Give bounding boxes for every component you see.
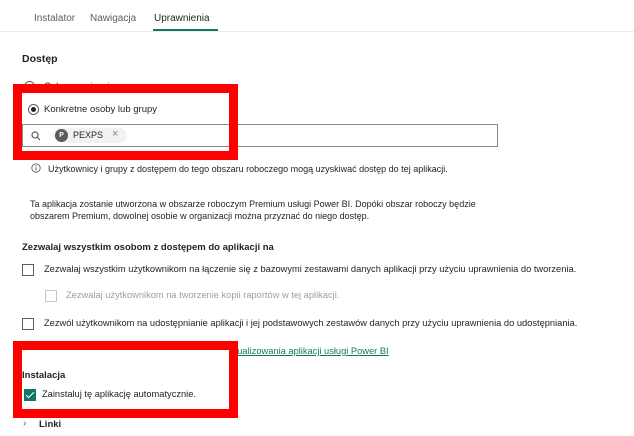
share-permission-checkbox[interactable] bbox=[22, 318, 34, 330]
links-section-toggle[interactable]: Linki bbox=[39, 419, 61, 430]
chevron-right-icon: › bbox=[23, 418, 27, 429]
allow-all-heading: Zezwalaj wszystkim osobom z dostępem do … bbox=[22, 242, 274, 253]
highlight-box-install bbox=[13, 341, 238, 418]
update-apps-link[interactable]: ktualizowania aplikacji usługi Power BI bbox=[230, 346, 389, 356]
access-info-text: Użytkownicy i grupy z dostępem do tego o… bbox=[48, 164, 448, 174]
highlight-box-access bbox=[13, 84, 238, 160]
info-icon bbox=[31, 163, 41, 173]
tab-permissions[interactable]: Uprawnienia bbox=[154, 13, 210, 24]
build-permission-label: Zezwalaj wszystkim użytkownikom na łącze… bbox=[44, 264, 577, 274]
premium-note-line1: Ta aplikacja zostanie utworzona w obszar… bbox=[30, 199, 476, 209]
tab-installer[interactable]: Instalator bbox=[34, 13, 75, 24]
tabs-divider bbox=[0, 31, 634, 32]
access-heading: Dostęp bbox=[22, 53, 58, 65]
copy-reports-checkbox[interactable] bbox=[45, 290, 57, 302]
premium-note-line2: obszarem Premium, dowolnej osobie w orga… bbox=[30, 211, 370, 221]
copy-reports-label: Zezwalaj użytkownikom na tworzenie kopii… bbox=[66, 290, 340, 300]
tab-navigation[interactable]: Nawigacja bbox=[90, 13, 136, 24]
build-permission-checkbox[interactable] bbox=[22, 264, 34, 276]
share-permission-label: Zezwól użytkownikom na udostępnianie apl… bbox=[44, 318, 578, 328]
